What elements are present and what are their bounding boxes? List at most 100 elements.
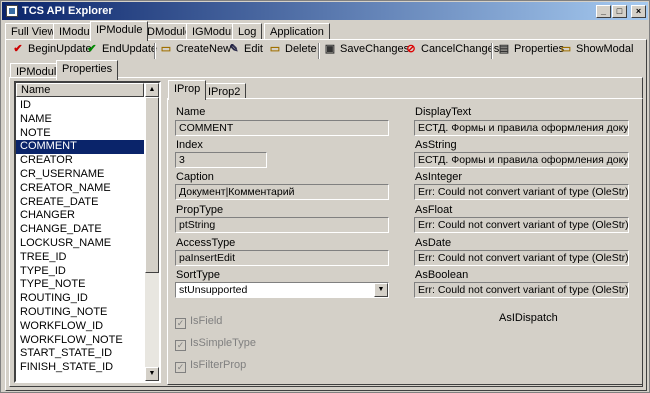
caption-field[interactable]: Документ|Комментарий — [175, 184, 389, 200]
app-window: TCS API Explorer _ □ × Full View IModule… — [0, 0, 650, 393]
tab-properties[interactable]: Properties — [56, 60, 119, 80]
save-icon: ▣ — [324, 43, 336, 55]
list-item[interactable]: TYPE_ID — [16, 265, 144, 279]
edit-label: Edit — [244, 43, 263, 55]
list-item[interactable]: WORKFLOW_NOTE — [16, 334, 144, 348]
asboolean-label: AsBoolean — [415, 269, 469, 281]
end-update-label: EndUpdate — [102, 43, 158, 55]
list-item[interactable]: ID — [16, 99, 144, 113]
save-changes-label: SaveChanges — [340, 43, 410, 55]
properties-button[interactable]: ▤ Properties — [497, 42, 564, 60]
issimpletype-label: IsSimpleType — [190, 337, 257, 349]
sorttype-select[interactable]: stUnsupported ▼ — [175, 282, 389, 298]
list-item[interactable]: CR_USERNAME — [16, 168, 144, 182]
checkbox-icon: ✓ — [175, 362, 186, 373]
close-button[interactable]: × — [631, 5, 646, 18]
tab-log[interactable]: Log — [232, 23, 263, 40]
list-item[interactable]: ROUTING_NOTE — [16, 306, 144, 320]
properties-label: Properties — [514, 43, 565, 55]
list-item[interactable]: NAME — [16, 113, 144, 127]
cancel-icon: ⊘ — [406, 43, 416, 55]
window-title: TCS API Explorer — [22, 5, 113, 17]
begin-update-button[interactable]: ✔ BeginUpdate — [11, 42, 91, 60]
index-field[interactable]: 3 — [175, 152, 267, 168]
delete-button[interactable]: ▭ Delete — [268, 42, 317, 60]
create-new-button[interactable]: ▭ CreateNew — [159, 42, 231, 60]
list-item[interactable]: CHANGE_DATE — [16, 223, 144, 237]
proptype-field[interactable]: ptString — [175, 217, 389, 233]
list-item[interactable]: CREATE_DATE — [16, 196, 144, 210]
name-field[interactable]: COMMENT — [175, 120, 389, 136]
list-item[interactable]: TREE_ID — [16, 251, 144, 265]
toolbar-separator — [491, 43, 493, 59]
minimize-button[interactable]: _ — [596, 5, 611, 18]
vertical-scrollbar[interactable]: ▲ ▼ — [145, 83, 159, 381]
asstring-label: AsString — [415, 139, 457, 151]
list-item[interactable]: LOCKUSR_NAME — [16, 237, 144, 251]
displaytext-field[interactable]: ЕСТД. Формы и правила оформления докумен… — [414, 120, 629, 136]
isfield-label: IsField — [190, 315, 223, 327]
toolbar-separator — [318, 43, 320, 59]
asdate-field[interactable]: Err: Could not convert variant of type (… — [414, 250, 629, 266]
list-item[interactable]: ROUTING_ID — [16, 292, 144, 306]
list-item[interactable]: FINISH_STATE_ID — [16, 361, 144, 375]
isdispatch-label: AsIDispatch — [499, 312, 558, 324]
cancel-changes-button[interactable]: ⊘ CancelChanges — [404, 42, 499, 60]
create-new-label: CreateNew — [176, 43, 232, 55]
accesstype-label: AccessType — [176, 237, 236, 249]
check-red-icon: ✔ — [13, 43, 23, 55]
cancel-changes-label: CancelChanges — [421, 43, 500, 55]
list-item[interactable]: START_STATE_ID — [16, 347, 144, 361]
isfilterprop-checkbox[interactable]: ✓ IsFilterProp — [175, 359, 246, 373]
asboolean-field[interactable]: Err: Could not convert variant of type (… — [414, 282, 629, 298]
list-item[interactable]: WORKFLOW_ID — [16, 320, 144, 334]
accesstype-field[interactable]: paInsertEdit — [175, 250, 389, 266]
asinteger-field[interactable]: Err: Could not convert variant of type (… — [414, 184, 629, 200]
tab-iprop[interactable]: IProp — [168, 80, 207, 100]
checkbox-icon: ✓ — [175, 318, 186, 329]
sorttype-value: stUnsupported — [179, 284, 248, 296]
list-item[interactable]: NOTE — [16, 127, 144, 141]
asfloat-field[interactable]: Err: Could not convert variant of type (… — [414, 217, 629, 233]
name-label: Name — [176, 106, 206, 118]
list-header[interactable]: Name — [16, 83, 144, 97]
scroll-thumb[interactable] — [145, 97, 159, 273]
edit-button[interactable]: ✎ Edit — [227, 42, 263, 60]
title-bar[interactable]: TCS API Explorer _ □ × — [2, 2, 648, 20]
sorttype-label: SortType — [176, 269, 221, 281]
list-item[interactable]: CHANGER — [16, 209, 144, 223]
tab-application[interactable]: Application — [264, 23, 330, 40]
tab-ipmodule[interactable]: IPModule — [90, 21, 149, 41]
app-icon — [6, 5, 18, 17]
folder-icon: ▭ — [560, 43, 572, 55]
show-modal-label: ShowModal — [576, 43, 634, 55]
list-item[interactable]: CREATOR — [16, 154, 144, 168]
asfloat-label: AsFloat — [415, 204, 453, 216]
scroll-down-icon[interactable]: ▼ — [145, 367, 159, 381]
index-label: Index — [176, 139, 203, 151]
save-changes-button[interactable]: ▣ SaveChanges — [323, 42, 409, 60]
list-item[interactable]: TYPE_NOTE — [16, 278, 144, 292]
isfield-checkbox[interactable]: ✓ IsField — [175, 315, 222, 329]
document-icon: ▤ — [498, 43, 510, 55]
maximize-button[interactable]: □ — [612, 5, 627, 18]
property-list[interactable]: Name ID NAME NOTE COMMENT CREATOR CR_USERNAME… — [14, 81, 161, 383]
end-update-button[interactable]: ✔ EndUpdate — [85, 42, 157, 60]
asinteger-label: AsInteger — [415, 171, 463, 183]
delete-label: Delete — [285, 43, 317, 55]
proptype-label: PropType — [176, 204, 224, 216]
toolbar: ✔ BeginUpdate ✔ EndUpdate ▭ CreateNew ✎ Edit… — [9, 42, 645, 60]
delete-folder-icon: ▭ — [269, 43, 281, 55]
issimpletype-checkbox[interactable]: ✓ IsSimpleType — [175, 337, 256, 351]
asstring-field[interactable]: ЕСТД. Формы и правила оформления докумен… — [414, 152, 629, 168]
chevron-down-icon[interactable]: ▼ — [374, 283, 388, 297]
scroll-up-icon[interactable]: ▲ — [145, 83, 159, 97]
asdate-label: AsDate — [415, 237, 452, 249]
list-item[interactable]: CREATOR_NAME — [16, 182, 144, 196]
show-modal-button[interactable]: ▭ ShowModal — [559, 42, 634, 60]
toolbar-separator — [154, 43, 156, 59]
caption-label: Caption — [176, 171, 214, 183]
edit-icon: ✎ — [229, 43, 239, 55]
check-green-icon: ✔ — [87, 43, 97, 55]
list-item[interactable]: COMMENT — [16, 140, 144, 155]
